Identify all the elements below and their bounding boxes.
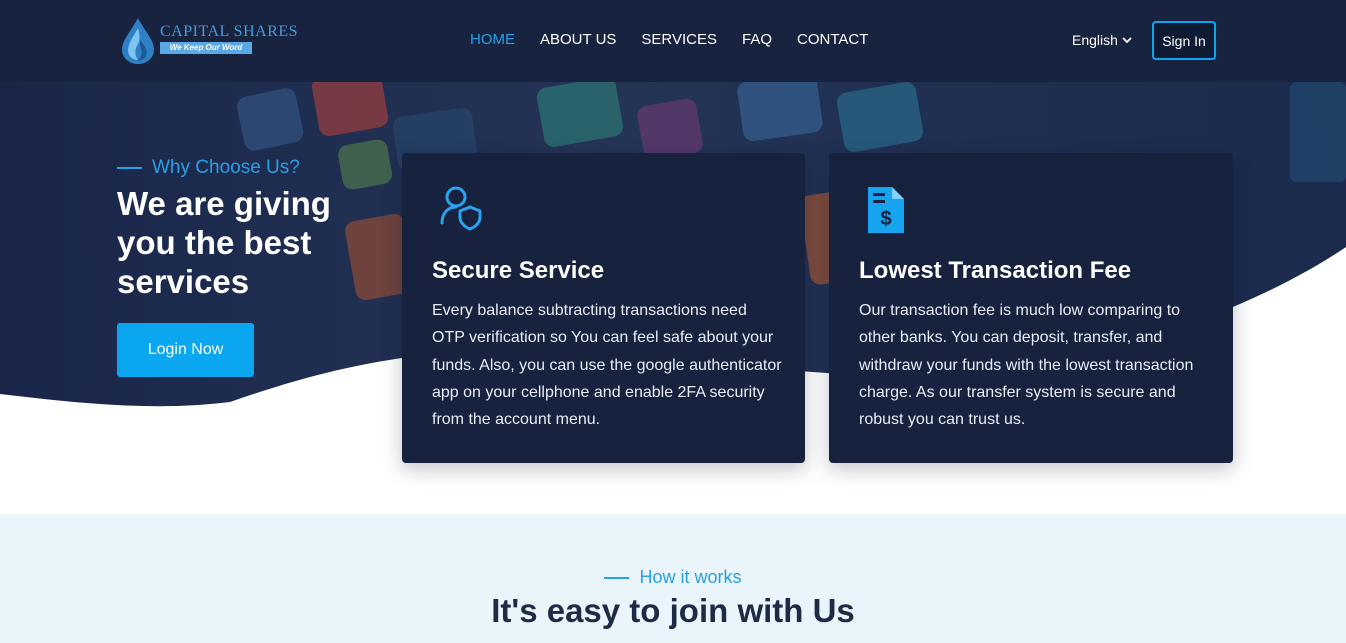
sign-in-button[interactable]: Sign In	[1152, 21, 1216, 60]
brand-name: CAPITAL SHARES	[160, 23, 299, 40]
main-nav: HOME ABOUT US SERVICES FAQ CONTACT	[470, 31, 893, 48]
how-it-works-eyebrow: How it works	[0, 567, 1346, 588]
nav-faq[interactable]: FAQ	[742, 31, 772, 48]
nav-contact[interactable]: CONTACT	[797, 31, 868, 48]
nav-home[interactable]: HOME	[470, 31, 515, 48]
site-header: CAPITAL SHARES We Keep Our Word HOME ABO…	[0, 0, 1346, 82]
chevron-down-icon	[1122, 37, 1132, 44]
invoice-dollar-icon: $	[868, 187, 904, 233]
logo[interactable]: CAPITAL SHARES We Keep Our Word	[118, 16, 298, 66]
language-label: English	[1072, 32, 1118, 48]
eyebrow-dash	[117, 167, 142, 169]
hero-title: We are giving you the best services	[117, 185, 331, 300]
feature-text: Every balance subtracting transactions n…	[432, 302, 782, 429]
nav-services[interactable]: SERVICES	[641, 31, 717, 48]
login-now-button[interactable]: Login Now	[117, 323, 254, 377]
how-it-works-label: How it works	[639, 567, 742, 587]
feature-card-lowest-fee: $ Lowest Transaction Fee Our transaction…	[829, 153, 1233, 463]
svg-text:$: $	[880, 208, 891, 230]
feature-title: Lowest Transaction Fee	[859, 257, 1132, 284]
why-choose-us-eyebrow: Why Choose Us?	[117, 157, 300, 179]
nav-about-us[interactable]: ABOUT US	[540, 31, 616, 48]
how-it-works-title: It's easy to join with Us	[491, 592, 855, 629]
feature-card-secure-service: Secure Service Every balance subtracting…	[402, 153, 805, 463]
feature-title: Secure Service	[432, 257, 605, 284]
water-drop-icon	[122, 18, 154, 64]
brand-tagline: We Keep Our Word	[160, 42, 252, 54]
why-choose-us-label: Why Choose Us?	[152, 157, 300, 178]
language-select[interactable]: English	[1072, 32, 1132, 48]
user-shield-icon	[440, 186, 482, 231]
feature-text: Our transaction fee is much low comparin…	[859, 302, 1194, 429]
eyebrow-dash	[604, 576, 630, 579]
page: CAPITAL SHARES We Keep Our Word HOME ABO…	[0, 0, 1346, 643]
